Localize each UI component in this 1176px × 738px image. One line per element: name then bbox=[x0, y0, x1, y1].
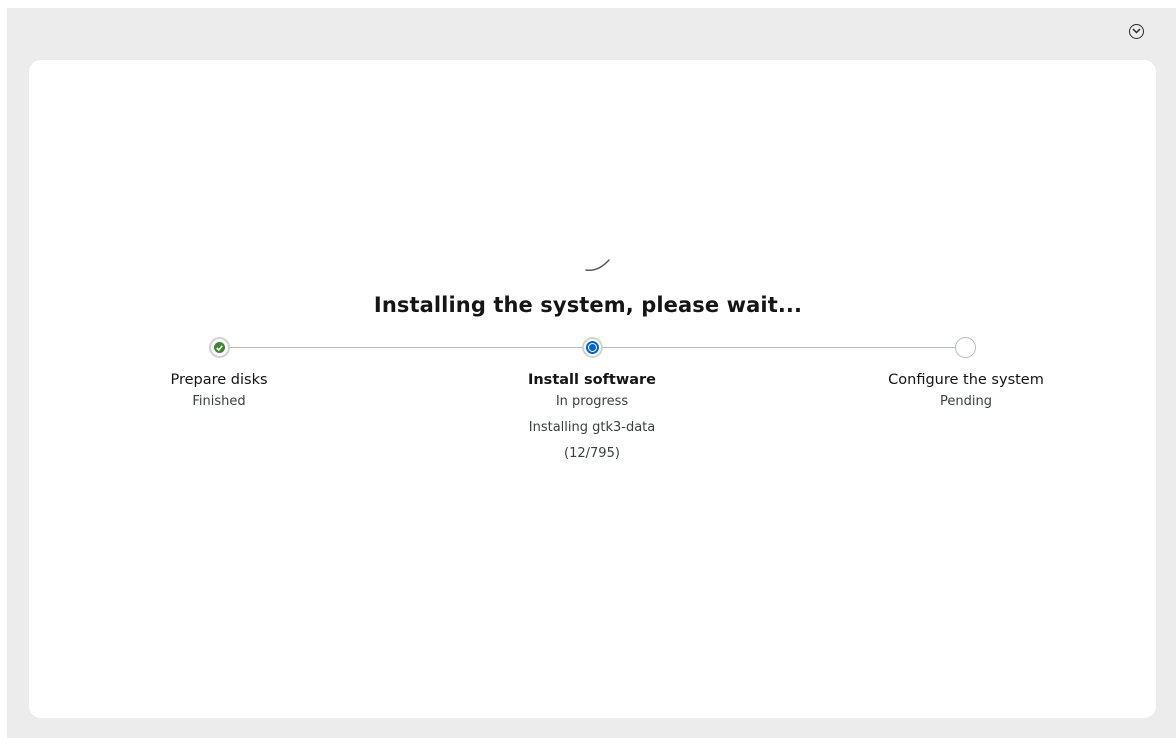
step-install-software: Install software In progress Installing … bbox=[472, 371, 712, 467]
chevron-down-circle-icon[interactable] bbox=[1129, 24, 1144, 39]
step-name: Prepare disks bbox=[170, 372, 268, 388]
spinner-icon bbox=[585, 259, 610, 272]
step-prepare-disks: Prepare disks Finished bbox=[99, 371, 339, 415]
in-progress-icon bbox=[582, 337, 603, 358]
step-status: Pending bbox=[940, 394, 992, 409]
step-configure-system: Configure the system Pending bbox=[846, 371, 1086, 415]
progress-track-2 bbox=[603, 347, 955, 348]
step-status: Finished bbox=[192, 394, 246, 409]
step-name: Install software bbox=[527, 372, 657, 388]
pending-circle-icon bbox=[955, 337, 976, 358]
step-name: Configure the system bbox=[888, 372, 1044, 388]
progress-track-1 bbox=[229, 347, 583, 348]
step-detail: Installing gtk3-data bbox=[528, 420, 656, 435]
step-progress-count: (12/795) bbox=[564, 446, 620, 461]
check-circle-icon bbox=[209, 337, 230, 358]
page-title: Installing the system, please wait... bbox=[373, 293, 803, 317]
step-status: In progress bbox=[555, 394, 629, 409]
